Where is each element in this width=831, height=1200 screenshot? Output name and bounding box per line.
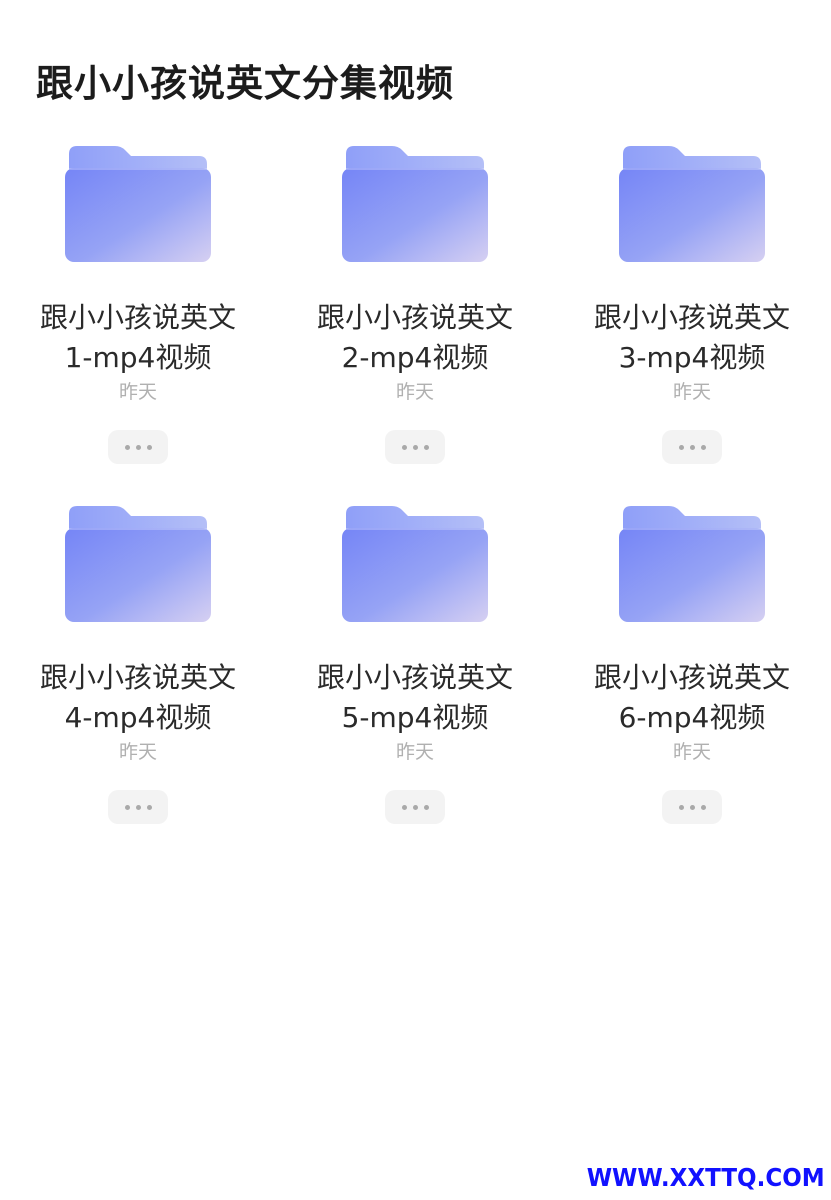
folder-name: 跟小小孩说英文 3-mp4视频 [593, 301, 790, 374]
folder-date: 昨天 [118, 381, 157, 403]
more-dots-icon [678, 804, 684, 810]
more-dots-icon [401, 444, 407, 450]
folder-date: 昨天 [118, 741, 157, 763]
more-dots-icon [401, 804, 407, 810]
folder-item[interactable]: 跟小小孩说英文 2-mp4视频 昨天 [285, 140, 545, 470]
folder-item[interactable]: 跟小小孩说英文 3-mp4视频 昨天 [562, 140, 822, 470]
folder-icon [340, 140, 490, 266]
folder-icon [617, 140, 767, 266]
more-options-button[interactable] [108, 790, 168, 824]
more-options-button[interactable] [385, 790, 445, 824]
more-dots-icon [124, 444, 130, 450]
folder-name: 跟小小孩说英文 2-mp4视频 [316, 301, 513, 374]
folder-name: 跟小小孩说英文 4-mp4视频 [39, 661, 236, 734]
folder-date: 昨天 [672, 381, 711, 403]
folder-icon [63, 500, 213, 626]
folder-icon [617, 500, 767, 626]
more-options-button[interactable] [662, 430, 722, 464]
more-options-button[interactable] [662, 790, 722, 824]
folder-icon [340, 500, 490, 626]
page-title: 跟小小孩说英文分集视频 [36, 62, 454, 105]
more-dots-icon [124, 804, 130, 810]
folder-date: 昨天 [672, 741, 711, 763]
folder-name: 跟小小孩说英文 6-mp4视频 [593, 661, 790, 734]
watermark: WWW.XXTTQ.COM [587, 1163, 825, 1192]
folder-item[interactable]: 跟小小孩说英文 5-mp4视频 昨天 [285, 500, 545, 830]
folder-name: 跟小小孩说英文 5-mp4视频 [316, 661, 513, 734]
more-options-button[interactable] [385, 430, 445, 464]
folder-item[interactable]: 跟小小孩说英文 1-mp4视频 昨天 [8, 140, 268, 470]
folder-date: 昨天 [395, 741, 434, 763]
more-options-button[interactable] [108, 430, 168, 464]
folder-name: 跟小小孩说英文 1-mp4视频 [39, 301, 236, 374]
folder-item[interactable]: 跟小小孩说英文 4-mp4视频 昨天 [8, 500, 268, 830]
more-dots-icon [678, 444, 684, 450]
folder-date: 昨天 [395, 381, 434, 403]
folder-item[interactable]: 跟小小孩说英文 6-mp4视频 昨天 [562, 500, 822, 830]
folder-icon [63, 140, 213, 266]
